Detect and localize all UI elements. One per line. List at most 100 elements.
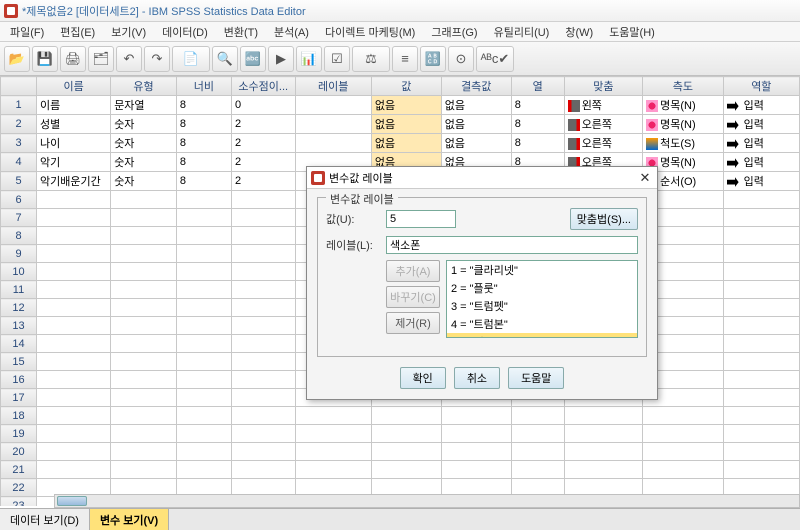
row-number[interactable]: 23 <box>1 497 37 507</box>
cell-values[interactable]: 없음 <box>371 134 441 153</box>
variable-row[interactable]: 1이름문자열80없음없음8왼쪽명목(N) 입력 <box>1 96 800 115</box>
run-icon[interactable]: ▶ <box>268 46 294 72</box>
row-number[interactable]: 2 <box>1 115 37 134</box>
value-labels-list[interactable]: 1 = "클라리넷"2 = "플룻"3 = "트럼펫"4 = "트럼본"5 = … <box>446 260 638 338</box>
column-header[interactable]: 측도 <box>643 77 724 96</box>
empty-cell[interactable] <box>111 227 177 245</box>
empty-cell[interactable] <box>231 227 295 245</box>
empty-cell[interactable] <box>723 407 799 425</box>
empty-cell[interactable] <box>441 443 511 461</box>
empty-cell[interactable] <box>723 245 799 263</box>
empty-cell[interactable] <box>231 281 295 299</box>
cell-decimals[interactable]: 2 <box>231 172 295 191</box>
column-header[interactable]: 유형 <box>111 77 177 96</box>
empty-cell[interactable] <box>111 461 177 479</box>
column-header[interactable]: 이름 <box>37 77 111 96</box>
save-icon[interactable]: 💾 <box>32 46 58 72</box>
empty-cell[interactable] <box>176 335 231 353</box>
cell-role[interactable]: 입력 <box>723 172 799 191</box>
cell-type[interactable]: 숫자 <box>111 115 177 134</box>
empty-cell[interactable] <box>111 389 177 407</box>
empty-cell[interactable] <box>643 425 724 443</box>
empty-cell[interactable] <box>37 389 111 407</box>
menu-item[interactable]: 데이터(D) <box>154 22 216 42</box>
row-number[interactable]: 18 <box>1 407 37 425</box>
empty-cell[interactable] <box>643 443 724 461</box>
tab-data-view[interactable]: 데이터 보기(D) <box>0 509 90 530</box>
empty-cell[interactable] <box>564 461 642 479</box>
cell-columns[interactable]: 8 <box>511 134 564 153</box>
cell-type[interactable]: 문자열 <box>111 96 177 115</box>
empty-cell[interactable] <box>231 389 295 407</box>
menu-item[interactable]: 보기(V) <box>103 22 154 42</box>
empty-cell[interactable] <box>371 461 441 479</box>
empty-row[interactable]: 20 <box>1 443 800 461</box>
cell-name[interactable]: 나이 <box>37 134 111 153</box>
row-number[interactable]: 7 <box>1 209 37 227</box>
variable-row[interactable]: 2성별숫자82없음없음8오른쪽명목(N) 입력 <box>1 115 800 134</box>
split-icon[interactable]: ≡ <box>392 46 418 72</box>
empty-cell[interactable] <box>295 407 371 425</box>
label-input[interactable] <box>386 236 638 254</box>
row-number[interactable]: 14 <box>1 335 37 353</box>
row-number[interactable]: 3 <box>1 134 37 153</box>
cell-name[interactable]: 이름 <box>37 96 111 115</box>
find-icon[interactable]: 🔍 <box>212 46 238 72</box>
cell-type[interactable]: 숫자 <box>111 172 177 191</box>
empty-cell[interactable] <box>723 317 799 335</box>
column-header[interactable]: 맞춤 <box>564 77 642 96</box>
cell-width[interactable]: 8 <box>176 153 231 172</box>
goto-icon[interactable]: 📄 <box>172 46 210 72</box>
empty-cell[interactable] <box>723 335 799 353</box>
empty-cell[interactable] <box>231 353 295 371</box>
row-number[interactable]: 15 <box>1 353 37 371</box>
cell-width[interactable]: 8 <box>176 134 231 153</box>
empty-cell[interactable] <box>37 317 111 335</box>
empty-cell[interactable] <box>176 191 231 209</box>
empty-cell[interactable] <box>37 371 111 389</box>
empty-cell[interactable] <box>176 371 231 389</box>
cell-decimals[interactable]: 0 <box>231 96 295 115</box>
empty-cell[interactable] <box>723 299 799 317</box>
empty-cell[interactable] <box>176 209 231 227</box>
empty-cell[interactable] <box>511 407 564 425</box>
variable-row[interactable]: 3나이숫자82없음없음8오른쪽척도(S) 입력 <box>1 134 800 153</box>
cell-type[interactable]: 숫자 <box>111 153 177 172</box>
scrollbar-thumb[interactable] <box>57 496 87 506</box>
cell-missing[interactable]: 없음 <box>441 134 511 153</box>
cell-missing[interactable]: 없음 <box>441 96 511 115</box>
empty-cell[interactable] <box>111 335 177 353</box>
cell-values[interactable]: 없음 <box>371 96 441 115</box>
empty-cell[interactable] <box>511 443 564 461</box>
empty-cell[interactable] <box>231 191 295 209</box>
tab-variable-view[interactable]: 변수 보기(V) <box>90 509 169 530</box>
empty-cell[interactable] <box>37 281 111 299</box>
sets-icon[interactable]: ⊙ <box>448 46 474 72</box>
empty-cell[interactable] <box>231 407 295 425</box>
empty-cell[interactable] <box>564 443 642 461</box>
empty-row[interactable]: 18 <box>1 407 800 425</box>
empty-cell[interactable] <box>111 353 177 371</box>
row-number[interactable]: 8 <box>1 227 37 245</box>
list-item[interactable]: 5 = "색소폰" <box>447 333 637 338</box>
empty-cell[interactable] <box>37 353 111 371</box>
empty-cell[interactable] <box>231 371 295 389</box>
cell-measure[interactable]: 명목(N) <box>643 96 724 115</box>
menu-item[interactable]: 그래프(G) <box>423 22 485 42</box>
empty-cell[interactable] <box>231 317 295 335</box>
value-input[interactable] <box>386 210 456 228</box>
menu-item[interactable]: 창(W) <box>557 22 601 42</box>
empty-cell[interactable] <box>723 353 799 371</box>
empty-cell[interactable] <box>295 425 371 443</box>
change-button[interactable]: 바꾸기(C) <box>386 286 440 308</box>
row-number[interactable]: 17 <box>1 389 37 407</box>
empty-cell[interactable] <box>111 245 177 263</box>
empty-cell[interactable] <box>723 191 799 209</box>
cell-width[interactable]: 8 <box>176 115 231 134</box>
empty-cell[interactable] <box>723 227 799 245</box>
cell-align[interactable]: 오른쪽 <box>564 134 642 153</box>
cell-role[interactable]: 입력 <box>723 153 799 172</box>
empty-cell[interactable] <box>176 443 231 461</box>
empty-cell[interactable] <box>111 209 177 227</box>
empty-cell[interactable] <box>37 407 111 425</box>
